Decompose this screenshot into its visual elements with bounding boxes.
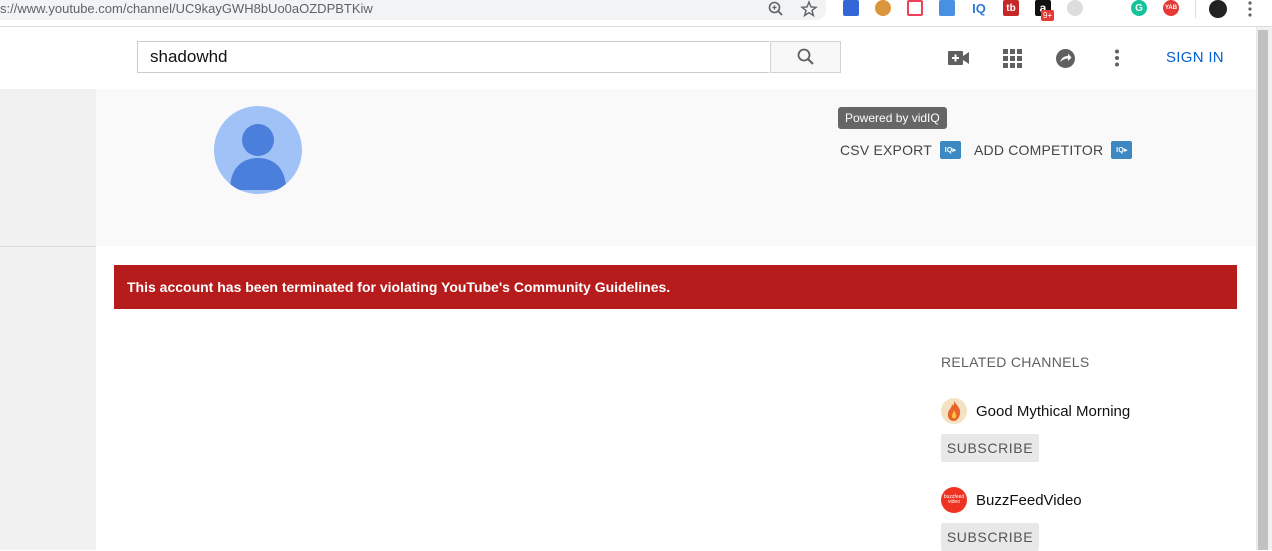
search-input[interactable]: shadowhd xyxy=(137,41,769,73)
gray-ext-icon[interactable] xyxy=(1067,0,1083,16)
zoom-icon[interactable] xyxy=(767,0,785,18)
profile-avatar-icon[interactable] xyxy=(1209,0,1227,18)
vidiq-tooltip: Powered by vidIQ xyxy=(838,107,947,129)
csv-export-button[interactable]: CSV EXPORT IQ▸ xyxy=(840,141,961,159)
csv-export-label: CSV EXPORT xyxy=(840,142,932,158)
cookie-ext-icon[interactable] xyxy=(875,0,891,16)
related-channels-title: RELATED CHANNELS xyxy=(941,354,1090,370)
scrollbar-thumb[interactable] xyxy=(1258,30,1268,550)
settings-more-icon[interactable] xyxy=(1106,47,1128,69)
related-channel-item[interactable]: Good Mythical Morning xyxy=(941,398,1130,424)
translate-ext-icon[interactable] xyxy=(939,0,955,16)
vidiq-ext-icon[interactable]: IQ xyxy=(971,0,987,16)
guide-sidebar xyxy=(0,89,96,550)
grammarly-ext-icon[interactable]: G xyxy=(1131,0,1147,16)
vidiq-badge-icon: IQ▸ xyxy=(1111,141,1133,159)
channel-avatar-buzzfeed[interactable]: buzzfeed video xyxy=(941,487,967,513)
search-button[interactable] xyxy=(770,41,841,73)
create-video-icon[interactable] xyxy=(948,47,970,69)
add-competitor-button[interactable]: ADD COMPETITOR IQ▸ xyxy=(974,141,1133,159)
add-competitor-label: ADD COMPETITOR xyxy=(974,142,1104,158)
buzzfeed-logo-text: buzzfeed video xyxy=(943,494,965,505)
bookmark-ext-icon[interactable] xyxy=(843,0,859,16)
apps-grid-icon[interactable] xyxy=(1001,47,1023,69)
search-icon xyxy=(797,48,814,65)
related-channel-item[interactable]: buzzfeed video BuzzFeedVideo xyxy=(941,487,1082,513)
pocket-ext-icon[interactable] xyxy=(907,0,923,16)
vidiq-badge-icon: IQ▸ xyxy=(940,141,961,159)
browser-menu-icon[interactable] xyxy=(1244,0,1256,18)
sign-in-button[interactable]: SIGN IN xyxy=(1166,49,1224,66)
channel-avatar-gmm[interactable] xyxy=(941,398,967,424)
amazon-badge: 9+ xyxy=(1041,10,1055,21)
guide-divider xyxy=(0,246,96,247)
browser-toolbar: s://www.youtube.com/channel/UC9kayGWH8bU… xyxy=(0,0,1272,27)
url-text[interactable]: s://www.youtube.com/channel/UC9kayGWH8bU… xyxy=(0,1,373,16)
youtube-masthead: shadowhd SIGN IN xyxy=(0,27,1256,89)
terminated-alert: This account has been terminated for vio… xyxy=(114,265,1237,309)
tubebuddy-ext-icon[interactable]: tb xyxy=(1003,0,1019,16)
channel-avatar xyxy=(214,106,302,194)
subscribe-button[interactable]: SUBSCRIBE xyxy=(941,523,1039,551)
address-bar[interactable]: s://www.youtube.com/channel/UC9kayGWH8bU… xyxy=(0,0,826,20)
channel-name[interactable]: BuzzFeedVideo xyxy=(976,492,1082,509)
bookmark-star-icon[interactable] xyxy=(800,0,818,18)
flame-icon xyxy=(947,401,961,421)
messages-icon[interactable] xyxy=(1054,47,1076,69)
subscribe-button[interactable]: SUBSCRIBE xyxy=(941,434,1039,462)
default-user-icon xyxy=(230,124,286,190)
toolbar-divider xyxy=(1195,0,1196,18)
channel-name[interactable]: Good Mythical Morning xyxy=(976,403,1130,420)
yab-ext-icon[interactable]: YAB xyxy=(1163,0,1179,16)
